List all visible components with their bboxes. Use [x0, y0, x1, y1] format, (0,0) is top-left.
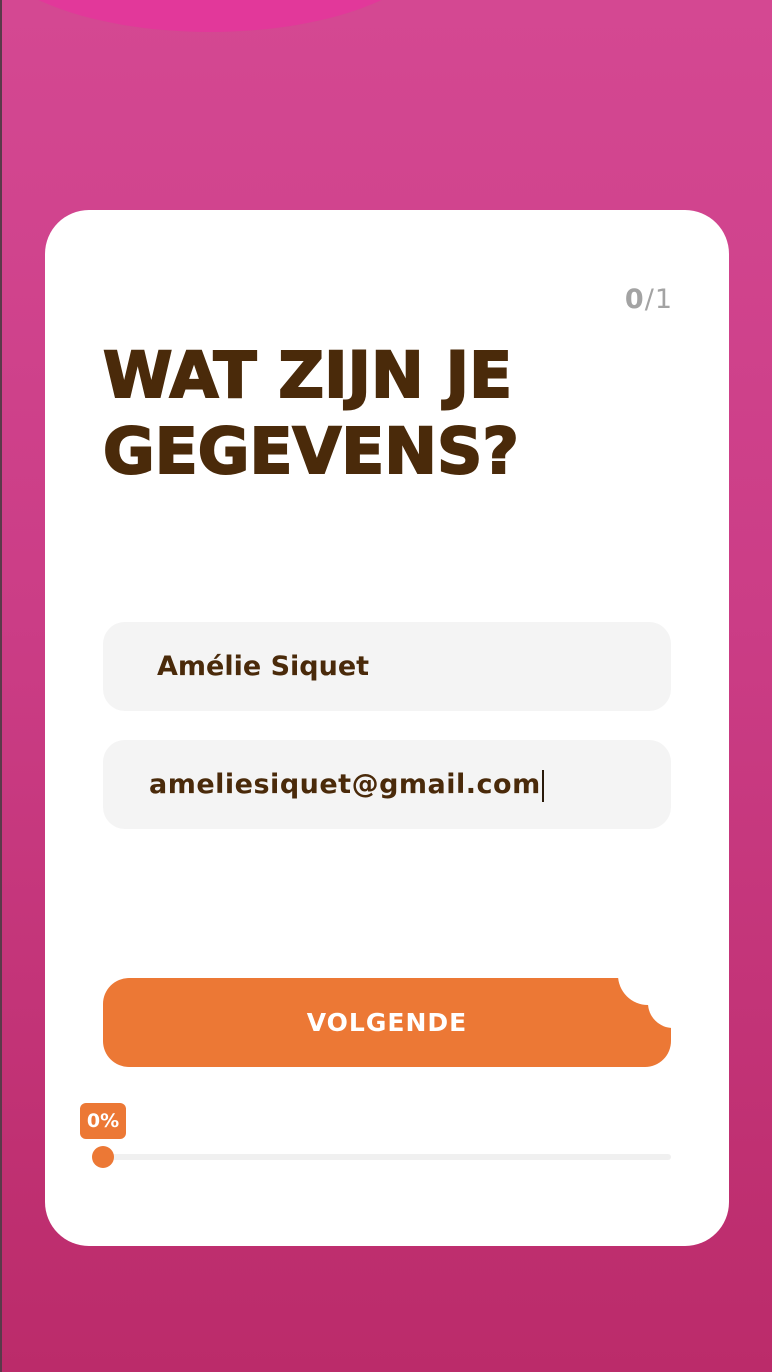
next-button[interactable]: VOLGENDE: [103, 978, 671, 1067]
decorative-blob: [0, 0, 440, 32]
form-card: 0/1 WAT ZIJN JE GEGEVENS? Amélie Siquet …: [45, 210, 729, 1246]
step-counter: 0/1: [625, 284, 673, 315]
progress-percent-badge: 0%: [80, 1103, 126, 1139]
step-separator: /: [644, 284, 655, 315]
name-field[interactable]: Amélie Siquet: [103, 622, 671, 711]
name-field-value: Amélie Siquet: [157, 651, 370, 682]
progress-knob: [92, 1146, 114, 1168]
step-current: 0: [624, 284, 645, 315]
window-left-edge: [0, 0, 2, 1372]
page-title: WAT ZIJN JE GEGEVENS?: [102, 338, 520, 489]
email-field[interactable]: ameliesiquet@gmail.com: [103, 740, 671, 829]
step-total: 1: [654, 284, 673, 315]
email-field-value: ameliesiquet@gmail.com: [149, 769, 541, 800]
progress-track: [103, 1154, 671, 1160]
bite-decoration: [648, 978, 698, 1028]
text-cursor: [541, 769, 544, 802]
